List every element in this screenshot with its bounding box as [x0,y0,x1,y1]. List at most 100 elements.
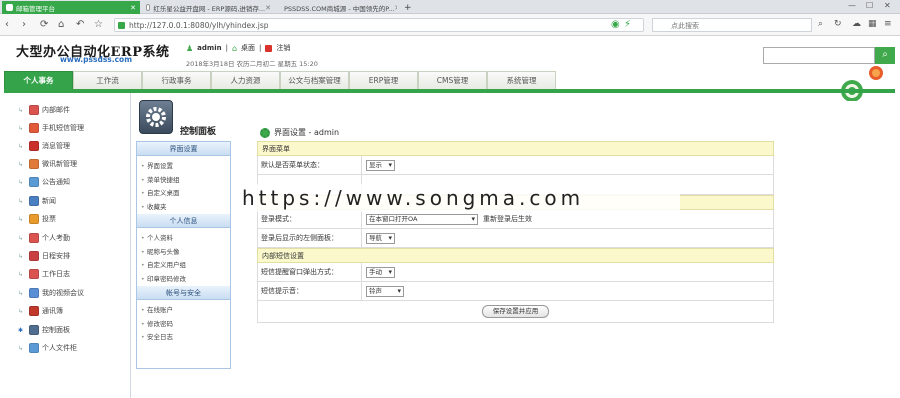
form-row: 登录模式： 在本窗口打开OA 重新登录后生效 [257,210,774,229]
history-icon[interactable]: ↻ [834,19,842,29]
sidebar-item-control-panel[interactable]: ✱ 控制面板 [18,323,70,337]
message-icon [29,141,40,151]
section-header: 界面菜单 [257,141,774,156]
browser-tab-1[interactable]: 邮箱管理平台 ✕ [2,1,140,14]
browser-tab-2[interactable]: 红乐星公益开盘网 - ERP源码,进销存... ✕ [142,1,275,14]
back-icon[interactable]: ‹ [5,19,9,30]
popup-mode-select[interactable]: 手动 [366,266,395,278]
sidebar-item-schedule[interactable]: ↳ 日程安排 [18,249,70,263]
folder-icon [29,343,40,353]
form-row: 默认是否菜单状态： 显示 [257,156,774,175]
tab-label: 邮箱管理平台 [16,4,55,13]
nav-underline [4,89,895,93]
tab-close-icon[interactable]: ✕ [394,4,397,12]
close-window-icon[interactable]: ✕ [884,1,891,10]
sound-select[interactable]: 铃声 [366,285,404,297]
sidebar-item-mail[interactable]: ↳ 内部邮件 [18,103,70,117]
star-icon[interactable]: ☆ [94,19,103,30]
logout-icon [265,44,273,52]
log-icon [29,269,40,279]
browser-search-input[interactable]: 点此搜索 [652,18,812,32]
sidebar-item-attendance[interactable]: ↳ 个人考勤 [18,231,70,245]
row-label: 短信提示音： [258,282,362,300]
date-text: 2018年3月18日 农历二月初二 星期五 15:20 [186,60,318,68]
search-icon[interactable]: ⌕ [818,19,823,29]
panel-link[interactable]: 自定义桌面 [137,187,230,201]
row-label: 登录后显示的左侧面板： [258,229,362,247]
sidebar-item-vote[interactable]: ↳ 投票 [18,212,56,226]
nav-documents[interactable]: 公文与档案管理 [280,71,349,89]
browser-tab-3[interactable]: PSSDSS.COM商城源 - 中国领先的P... ✕ [277,1,397,14]
desktop-icon: ⌂ [231,43,238,53]
browser-tabbar: 邮箱管理平台 ✕ 红乐星公益开盘网 - ERP源码,进销存... ✕ PSSDS… [0,0,900,14]
site-search-input[interactable] [763,47,875,64]
sidebar-item-sms[interactable]: ↳ 手机短信管理 [18,121,84,135]
row-label: 默认是否菜单状态： [258,156,362,174]
panel-link[interactable]: 在线账户 [137,304,230,318]
control-panel-menu: 界面设置 界面设置 菜单快捷组 自定义桌面 收藏夹 个人信息 个人资料 昵称与头… [136,141,231,369]
attendance-icon [29,233,40,243]
minimize-icon[interactable]: — [848,1,856,10]
row-label: 登录模式： [258,210,362,228]
sidebar-item-messages[interactable]: ↳ 消息管理 [18,139,70,153]
panel-link[interactable]: 安全日志 [137,331,230,345]
login-mode-hint: 重新登录后生效 [483,215,532,223]
control-panel-icon [29,325,40,335]
nav-admin[interactable]: 行政事务 [142,71,211,89]
gear-icon [260,127,270,138]
panel-link[interactable]: 自定义用户组 [137,259,230,273]
nav-personal[interactable]: 个人事务 [4,71,73,89]
maximize-icon[interactable]: ☐ [866,1,873,10]
menu-icon[interactable]: ≡ [884,19,892,29]
panel-link[interactable]: 菜单快捷组 [137,174,230,188]
sidebar-item-microblog[interactable]: ↳ 微讯新管理 [18,157,77,171]
phone-icon [29,123,40,133]
panel-link[interactable]: 印章密码修改 [137,273,230,287]
undo-icon[interactable]: ↶ [76,19,84,30]
sidebar-item-video[interactable]: ↳ 我的视频会议 [18,286,84,300]
nav-system[interactable]: 系统管理 [487,71,556,89]
save-button[interactable]: 保存设置并应用 [481,305,550,318]
nav-erp[interactable]: ERP管理 [349,71,418,89]
panel-link[interactable]: 昵称与头像 [137,246,230,260]
sidebar: ↳ 内部邮件 ↳ 手机短信管理 ↳ 消息管理 ↳ 微讯新管理 ↳ 公告通知 ↳ 新闻 ↳ 投票… [0,93,131,398]
nav-hr[interactable]: 人力资源 [211,71,280,89]
form-title: 界面设置 - admin [260,127,339,138]
nav-workflow[interactable]: 工作流 [73,71,142,89]
login-mode-select[interactable]: 在本窗口打开OA [366,213,478,225]
news-icon [29,196,40,206]
sidebar-item-contacts[interactable]: ↳ 通讯簿 [18,304,63,318]
panel-group-head: 个人信息 [137,214,230,228]
forward-icon[interactable]: › [22,19,26,30]
mail-icon [29,105,40,115]
cloud-icon[interactable]: ☁ [852,19,861,29]
tab-favicon-icon [146,4,151,11]
menu-state-select[interactable]: 显示 [366,159,395,171]
nav-cms[interactable]: CMS管理 [418,71,487,89]
security-shield-icon [118,22,125,29]
tab-close-icon[interactable]: ✕ [130,4,136,12]
secure-icon[interactable]: ◉ [611,19,620,30]
url-field[interactable]: http://127.0.0.1:8080/ylh/yhindex.jsp [114,18,644,32]
sidebar-item-notice[interactable]: ↳ 公告通知 [18,175,70,189]
sidebar-item-worklog[interactable]: ↳ 工作日志 [18,267,70,281]
panel-link[interactable]: 个人资料 [137,232,230,246]
panel-link[interactable]: 修改密码 [137,318,230,332]
reload-icon[interactable]: ⟳ [40,19,48,30]
left-panel-select[interactable]: 导航 [366,232,395,244]
tab-close-icon[interactable]: ✕ [265,4,271,12]
lightning-icon[interactable]: ⚡ [624,19,631,30]
sidebar-item-news[interactable]: ↳ 新闻 [18,194,56,208]
site-search-button[interactable]: ⌕ [875,47,895,64]
logout-link[interactable]: 注销 [276,43,290,53]
form-row: 短信提醒窗口弹出方式： 手动 [257,263,774,282]
grid-icon[interactable]: ▦ [868,19,877,29]
panel-link[interactable]: 界面设置 [137,160,230,174]
panel-link[interactable]: 收藏夹 [137,201,230,215]
new-tab-button[interactable]: + [400,1,414,14]
home-icon[interactable]: ⌂ [58,19,64,30]
sidebar-item-files[interactable]: ↳ 个人文件柜 [18,341,77,355]
control-panel-gear-icon [139,100,173,134]
desktop-link[interactable]: 桌面 [241,43,255,53]
decoration-icon [841,66,883,101]
